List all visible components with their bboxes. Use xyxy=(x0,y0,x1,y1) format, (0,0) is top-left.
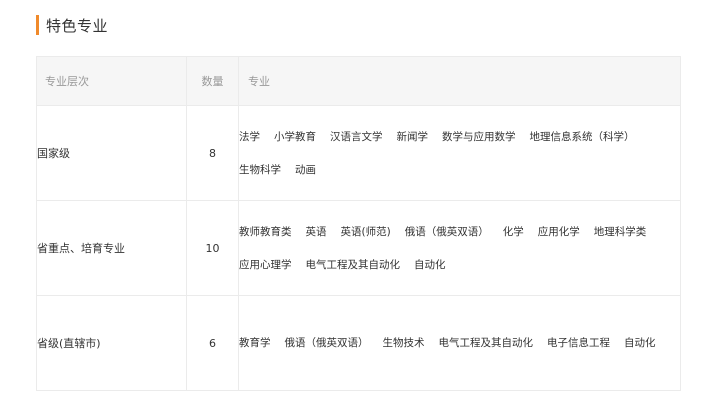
major-item: 小学教育 xyxy=(274,130,316,143)
major-item: 电气工程及其自动化 xyxy=(305,258,401,271)
major-item: 地理科学类 xyxy=(593,225,647,238)
level-cell: 省重点、培育专业 xyxy=(36,200,187,296)
major-item: 俄语（俄英双语） xyxy=(284,337,369,349)
major-list: 法学 小学教育 汉语言文学 新闻学 数学与应用数学 地理信息系统（科学） 生物科… xyxy=(239,129,680,178)
table-row: 国家级 8 法学 小学教育 汉语言文学 新闻学 数学与应用数学 地理信息系统（科… xyxy=(36,105,681,201)
header-count: 数量 xyxy=(186,56,239,106)
major-item: 汉语言文学 xyxy=(330,130,383,143)
header-majors: 专业 xyxy=(238,56,681,106)
count-cell: 10 xyxy=(186,200,239,296)
section-title: 特色专业 xyxy=(46,16,109,35)
level-cell: 省级(直辖市) xyxy=(36,295,187,391)
majors-cell: 法学 小学教育 汉语言文学 新闻学 数学与应用数学 地理信息系统（科学） 生物科… xyxy=(238,105,681,201)
major-item: 数学与应用数学 xyxy=(442,130,516,143)
major-item: 英语(师范) xyxy=(340,225,391,238)
count-cell: 6 xyxy=(186,295,239,391)
major-item: 自动化 xyxy=(414,258,446,271)
major-item: 应用化学 xyxy=(537,225,580,238)
major-list: 教师教育类 英语 英语(师范) 俄语（俄英双语） 化学 应用化学 地理科学类 应… xyxy=(239,224,680,273)
major-item: 电气工程及其自动化 xyxy=(438,337,534,349)
table-row: 省重点、培育专业 10 教师教育类 英语 英语(师范) 俄语（俄英双语） 化学 … xyxy=(36,200,681,296)
major-item: 化学 xyxy=(502,225,524,238)
majors-table: 专业层次 数量 专业 国家级 8 法学 小学教育 汉语言文学 新闻学 数学与应用… xyxy=(36,56,681,391)
section-header: 特色专业 xyxy=(36,15,108,35)
section-accent-bar xyxy=(36,15,39,35)
count-cell: 8 xyxy=(186,105,239,201)
major-item: 自动化 xyxy=(624,337,656,349)
major-item: 电子信息工程 xyxy=(547,337,610,349)
major-item: 生物技术 xyxy=(382,337,425,349)
major-item: 地理信息系统（科学） xyxy=(529,130,635,143)
major-item: 教师教育类 xyxy=(239,225,292,238)
major-item: 生物科学 xyxy=(239,163,281,176)
major-item: 英语 xyxy=(305,225,327,238)
major-item: 应用心理学 xyxy=(239,258,292,271)
major-item: 新闻学 xyxy=(396,130,429,143)
major-item: 教育学 xyxy=(239,337,271,349)
table-row: 省级(直辖市) 6 教育学 俄语（俄英双语） 生物技术 电气工程及其自动化 电子… xyxy=(36,295,681,391)
major-list: 教育学 俄语（俄英双语） 生物技术 电气工程及其自动化 电子信息工程 自动化 xyxy=(239,335,680,351)
majors-cell: 教育学 俄语（俄英双语） 生物技术 电气工程及其自动化 电子信息工程 自动化 xyxy=(238,295,681,391)
major-item: 动画 xyxy=(295,163,316,176)
header-level: 专业层次 xyxy=(36,56,187,106)
majors-cell: 教师教育类 英语 英语(师范) 俄语（俄英双语） 化学 应用化学 地理科学类 应… xyxy=(238,200,681,296)
level-cell: 国家级 xyxy=(36,105,187,201)
table-header-row: 专业层次 数量 专业 xyxy=(36,56,681,106)
major-item: 法学 xyxy=(239,130,260,143)
major-item: 俄语（俄英双语） xyxy=(404,225,489,238)
